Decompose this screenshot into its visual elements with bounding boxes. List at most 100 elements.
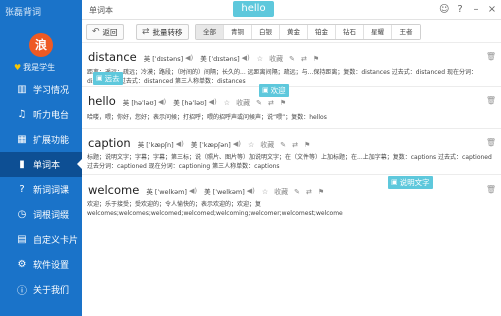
clock-icon: ◷ bbox=[17, 209, 27, 220]
settings-icon: ⚙ bbox=[17, 259, 27, 270]
title-bar: 单词本 ☺ ? – × bbox=[82, 0, 501, 20]
book-icon: ▮ bbox=[19, 159, 25, 170]
us-phonetic: 美 [ˈwelkəm] ◀) bbox=[204, 186, 255, 196]
uk-phonetic-text: 英 [ˈwelkəm] bbox=[146, 188, 187, 196]
list-item[interactable]: welcome 英 [ˈwelkəm] ◀) 美 [ˈwelkəm] ◀) ☆ 收藏… bbox=[82, 174, 501, 226]
sidebar-item-learning-status[interactable]: ▥ 学习情况 bbox=[0, 77, 82, 102]
trash-icon[interactable]: 🗑 bbox=[486, 138, 496, 147]
help-icon[interactable]: ? bbox=[455, 4, 465, 15]
headphones-icon: ♫ bbox=[17, 109, 27, 120]
level-tabs: 全部 青铜 白银 黄金 铂金 钻石 星耀 王者 bbox=[195, 24, 421, 40]
avatar[interactable]: 浪 bbox=[29, 33, 53, 57]
caption-chip-text: 远去 bbox=[104, 74, 120, 83]
word-meaning: 标题；说明文字；字幕；字幕；第三标；说（照片、图片等）加说明文字；在（文件等）上… bbox=[87, 154, 492, 170]
sidebar-item-wordbook[interactable]: ▮ 单词本 bbox=[0, 152, 82, 177]
speaker-icon[interactable]: ◀) bbox=[189, 187, 197, 195]
hello-tooltip: hello bbox=[233, 1, 274, 17]
caption-icon: ▣ bbox=[96, 74, 103, 82]
trash-icon[interactable]: 🗑 bbox=[486, 52, 496, 61]
sidebar-item-label: 词根词缀 bbox=[33, 211, 70, 221]
transfer-icon[interactable]: ⇄ bbox=[301, 55, 307, 63]
trash-icon[interactable]: 🗑 bbox=[486, 96, 496, 105]
list-item[interactable]: distance 英 [ˈdɪstəns] ◀) 美 [ˈdɪstəns] ◀) ☆… bbox=[82, 42, 501, 86]
us-phonetic-text: 美 [ˈwelkəm] bbox=[204, 188, 245, 196]
uk-phonetic: 英 [ˈwelkəm] ◀) bbox=[146, 186, 197, 196]
fav-label[interactable]: 收藏 bbox=[269, 54, 283, 64]
list-item[interactable]: caption 英 [ˈkæpʃn] ◀) 美 [ˈkæpʃən] ◀) ☆ 收藏 … bbox=[82, 128, 501, 174]
word-list: distance 英 [ˈdɪstəns] ◀) 美 [ˈdɪstəns] ◀) ☆… bbox=[82, 42, 501, 226]
caption-icon: ▣ bbox=[262, 86, 269, 94]
window-controls: ☺ ? – × bbox=[439, 4, 497, 15]
batch-transfer-button[interactable]: ⇄ 批量转移 bbox=[136, 24, 189, 40]
tab-star[interactable]: 星耀 bbox=[364, 25, 392, 39]
uk-phonetic-text: 英 [ˈdɪstəns] bbox=[143, 55, 184, 63]
back-arrow-icon: ↶ bbox=[92, 27, 100, 37]
sidebar-item-listening-radio[interactable]: ♫ 听力电台 bbox=[0, 102, 82, 127]
sidebar-item-roots[interactable]: ◷ 词根词缀 bbox=[0, 202, 82, 227]
word-meaning: 距离；遥远；疏远；冷漠；路段；（时间的）间隔；长久的... 远距离间隔；疏远；与… bbox=[87, 69, 477, 85]
uk-phonetic: 英 [ˈdɪstəns] ◀) bbox=[144, 53, 194, 63]
edit-icon[interactable]: ✎ bbox=[280, 141, 286, 149]
minimize-icon[interactable]: – bbox=[471, 4, 481, 15]
sidebar-item-extensions[interactable]: ▦ 扩展功能 bbox=[0, 127, 82, 152]
speaker-icon[interactable]: ◀) bbox=[242, 54, 250, 62]
main-panel: 单词本 ☺ ? – × ↶ 返回 ⇄ 批量转移 全部 青铜 白银 黄金 铂金 钻… bbox=[82, 0, 501, 316]
speaker-icon[interactable]: ◀) bbox=[185, 54, 193, 62]
sidebar-item-label: 新词词课 bbox=[33, 186, 70, 196]
tab-silver[interactable]: 白银 bbox=[252, 25, 280, 39]
tab-platinum[interactable]: 铂金 bbox=[308, 25, 336, 39]
fav-label[interactable]: 收藏 bbox=[260, 140, 274, 150]
tab-bronze[interactable]: 青铜 bbox=[224, 25, 252, 39]
us-phonetic: 美 [həˈləʊ] ◀) bbox=[173, 97, 217, 107]
sidebar: 张磊背词 浪 ♥ 我是学生 ▥ 学习情况 ♫ 听力电台 ▦ 扩展功能 ▮ 单词本… bbox=[0, 0, 82, 316]
trash-icon[interactable]: 🗑 bbox=[486, 185, 496, 194]
us-phonetic: 美 [ˈdɪstəns] ◀) bbox=[200, 53, 250, 63]
back-label: 返回 bbox=[102, 27, 118, 37]
speaker-icon[interactable]: ◀) bbox=[158, 98, 166, 106]
caption-chip: ▣ 说明文字 bbox=[388, 176, 433, 189]
fav-label[interactable]: 收藏 bbox=[236, 98, 250, 108]
transfer-icon[interactable]: ⇄ bbox=[268, 99, 274, 107]
sidebar-item-custom-cards[interactable]: ▤ 自定义卡片 bbox=[0, 227, 82, 252]
flag-icon[interactable]: ⚑ bbox=[280, 99, 286, 107]
user-icon[interactable]: ☺ bbox=[439, 4, 449, 15]
edit-icon[interactable]: ✎ bbox=[256, 99, 262, 107]
star-icon[interactable]: ☆ bbox=[224, 99, 230, 107]
speaker-icon[interactable]: ◀) bbox=[233, 140, 241, 148]
star-icon[interactable]: ☆ bbox=[262, 188, 268, 196]
star-icon[interactable]: ☆ bbox=[248, 141, 254, 149]
sidebar-item-settings[interactable]: ⚙ 软件设置 bbox=[0, 252, 82, 277]
star-icon[interactable]: ☆ bbox=[257, 55, 263, 63]
tab-all[interactable]: 全部 bbox=[196, 25, 224, 39]
speaker-icon[interactable]: ◀) bbox=[209, 98, 217, 106]
sidebar-item-about[interactable]: ⓘ 关于我们 bbox=[0, 277, 82, 302]
close-icon[interactable]: × bbox=[487, 4, 497, 15]
sidebar-item-label: 听力电台 bbox=[33, 111, 70, 121]
speaker-icon[interactable]: ◀) bbox=[247, 187, 255, 195]
us-phonetic: 美 [ˈkæpʃən] ◀) bbox=[191, 139, 241, 149]
word-text: distance bbox=[88, 50, 137, 64]
word-actions: ☆ 收藏 ✎ ⇄ ⚑ bbox=[262, 187, 324, 197]
back-button[interactable]: ↶ 返回 bbox=[86, 24, 124, 40]
sidebar-item-label: 扩展功能 bbox=[33, 136, 70, 146]
sidebar-nav: ▥ 学习情况 ♫ 听力电台 ▦ 扩展功能 ▮ 单词本 ? 新词词课 ◷ 词根词缀… bbox=[0, 77, 82, 302]
card-icon: ▤ bbox=[17, 234, 27, 245]
flag-icon[interactable]: ⚑ bbox=[304, 141, 310, 149]
tab-gold[interactable]: 黄金 bbox=[280, 25, 308, 39]
edit-icon[interactable]: ✎ bbox=[294, 188, 300, 196]
transfer-icon[interactable]: ⇄ bbox=[306, 188, 312, 196]
flag-icon[interactable]: ⚑ bbox=[318, 188, 324, 196]
flag-icon[interactable]: ⚑ bbox=[313, 55, 319, 63]
list-item[interactable]: hello 英 [həˈləʊ] ◀) 美 [həˈləʊ] ◀) ☆ 收藏 ✎ ⇄… bbox=[82, 84, 501, 128]
user-level: ♥ 我是学生 bbox=[14, 62, 55, 73]
fav-label[interactable]: 收藏 bbox=[274, 187, 288, 197]
tab-diamond[interactable]: 钻石 bbox=[336, 25, 364, 39]
edit-icon[interactable]: ✎ bbox=[289, 55, 295, 63]
transfer-icon[interactable]: ⇄ bbox=[292, 141, 298, 149]
word-text: caption bbox=[88, 136, 131, 150]
sidebar-item-new-words[interactable]: ? 新词词课 bbox=[0, 177, 82, 202]
info-icon: ⓘ bbox=[17, 286, 27, 297]
transfer-icon: ⇄ bbox=[142, 27, 150, 37]
tab-king[interactable]: 王者 bbox=[392, 25, 420, 39]
speaker-icon[interactable]: ◀) bbox=[176, 140, 184, 148]
